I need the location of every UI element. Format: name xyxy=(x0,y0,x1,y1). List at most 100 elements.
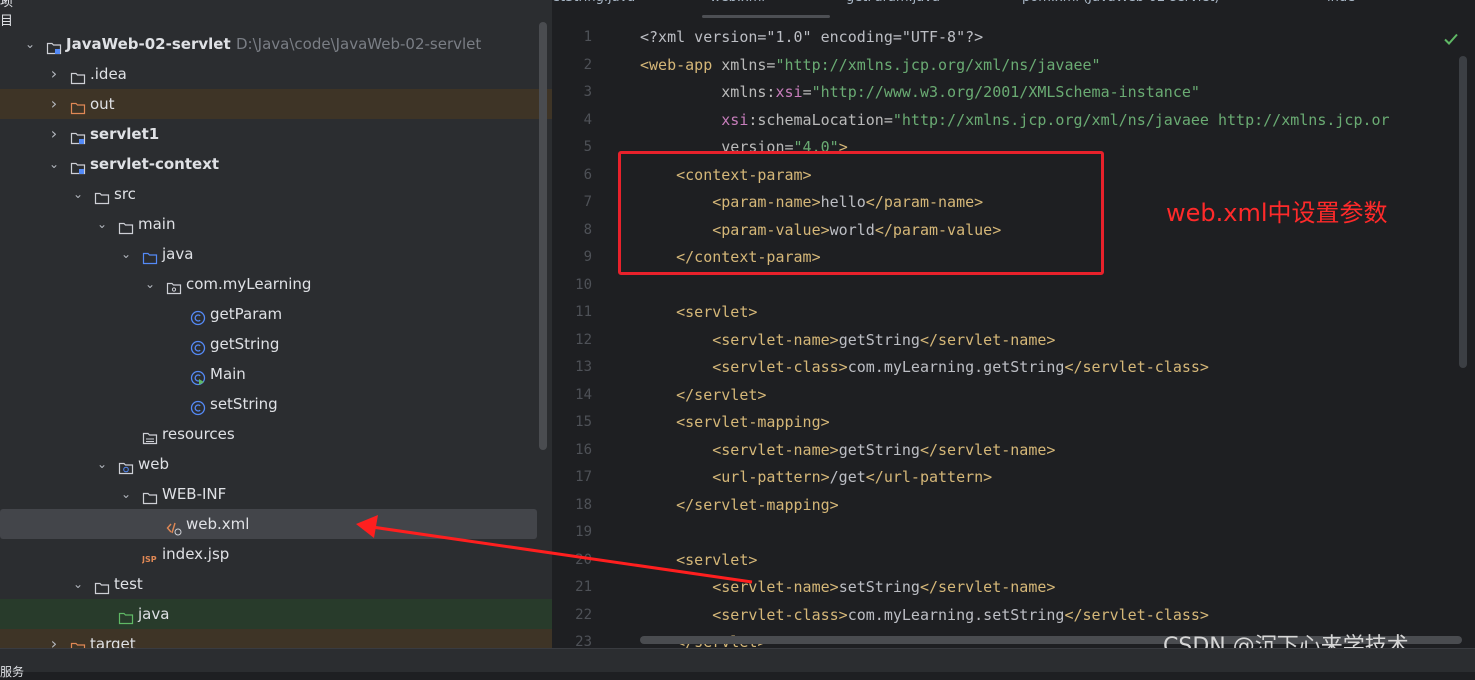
line-number: 3 xyxy=(583,84,592,100)
tree-item-com-mylearning[interactable]: ⌄ com.myLearning xyxy=(0,269,552,299)
tree-item-out[interactable]: › out xyxy=(0,89,552,119)
tree-item-label: servlet1 xyxy=(90,125,160,143)
tree-item-web-inf[interactable]: ⌄ WEB-INF xyxy=(0,479,552,509)
tree-item-label: test xyxy=(114,575,143,593)
line-number: 23 xyxy=(575,634,592,648)
code-line[interactable]: xmlns:xsi="http://www.w3.org/2001/XMLSch… xyxy=(640,82,1200,102)
code-line[interactable]: <servlet-class>com.myLearning.setString<… xyxy=(640,605,1209,625)
chevron-right-icon[interactable]: › xyxy=(48,629,60,648)
editor-vertical-scrollbar[interactable] xyxy=(1459,56,1467,368)
excluded-folder-icon xyxy=(70,636,86,648)
code-line[interactable]: </servlet> xyxy=(640,385,766,405)
tree-item-java[interactable]: ⌄ java xyxy=(0,239,552,269)
code-line[interactable]: <servlet-name>setString</servlet-name> xyxy=(640,577,1055,597)
tree-item-getparam[interactable]: getParam xyxy=(0,299,552,329)
code-line[interactable]: <web-app xmlns="http://xmlns.jcp.org/xml… xyxy=(640,55,1101,75)
chevron-down-icon[interactable]: ⌄ xyxy=(144,269,156,299)
editor-tab[interactable]: pom.xml (JavaWeb-02-servlet) xyxy=(1022,0,1220,5)
chevron-down-icon[interactable]: ⌄ xyxy=(120,479,132,509)
code-line[interactable]: </servlet-mapping> xyxy=(640,495,839,515)
tree-item-web-xml[interactable]: web.xml xyxy=(0,509,537,539)
chevron-down-icon[interactable]: ⌄ xyxy=(24,29,36,59)
code-token-attr: xmlns= xyxy=(721,55,776,74)
tree-item-label: target xyxy=(90,635,136,648)
tree-item-label: WEB-INF xyxy=(162,485,227,503)
tree-item-servlet1[interactable]: › servlet1 xyxy=(0,119,552,149)
tree-item-setstring[interactable]: setString xyxy=(0,389,552,419)
java-class-icon xyxy=(190,306,206,326)
tree-item-label: main xyxy=(138,215,176,233)
line-number: 5 xyxy=(583,139,592,155)
tree-item-javaweb-02-servlet[interactable]: ⌄ JavaWeb-02-servlet D:\Java\code\JavaWeb-… xyxy=(0,29,552,59)
bottom-tool-bar: 服务 xyxy=(0,648,1475,679)
editor-tab[interactable]: web.xml xyxy=(710,0,765,5)
editor-tab[interactable]: getParam.java xyxy=(846,0,940,5)
line-number: 15 xyxy=(575,414,592,430)
tree-item-label: java xyxy=(138,605,170,623)
editor-tab[interactable]: inde xyxy=(1327,0,1355,5)
chevron-down-icon[interactable]: ⌄ xyxy=(48,149,60,179)
java-main-class-icon xyxy=(190,366,206,386)
code-token-tag: <servlet-name> xyxy=(712,330,839,349)
tree-item-index-jsp[interactable]: JSP index.jsp xyxy=(0,539,552,569)
services-tab-label[interactable]: 服务 xyxy=(0,663,24,680)
code-token-tag: <servlet-name> xyxy=(712,440,839,459)
code-line[interactable]: <servlet> xyxy=(640,550,757,570)
line-number: 9 xyxy=(583,249,592,265)
tree-item-main[interactable]: ⌄ main xyxy=(0,209,552,239)
code-line[interactable]: <servlet-name>getString</servlet-name> xyxy=(640,440,1055,460)
module-folder-icon xyxy=(70,126,86,145)
java-class-icon xyxy=(190,396,206,416)
code-token-ns: xsi xyxy=(775,83,803,101)
code-token-tag: <url-pattern> xyxy=(712,468,830,486)
code-token-attr: xmlns: xyxy=(721,83,776,101)
chevron-down-icon[interactable]: ⌄ xyxy=(120,239,132,269)
tree-item-resources[interactable]: resources xyxy=(0,419,552,449)
project-panel-header[interactable]: 项目 ⌄ xyxy=(0,0,552,29)
chevron-right-icon[interactable]: › xyxy=(48,89,60,119)
editor-tab-bar: etString.javaweb.xmlgetParam.javapom.xml… xyxy=(552,0,1475,12)
tree-item-servlet-context[interactable]: ⌄ servlet-context xyxy=(0,149,552,179)
code-token-tag: <servlet> xyxy=(676,303,758,321)
tree-item--idea[interactable]: › .idea xyxy=(0,59,552,89)
folder-icon xyxy=(94,576,110,595)
code-token-txt: /get xyxy=(829,468,866,486)
code-line[interactable]: <servlet-name>getString</servlet-name> xyxy=(640,330,1055,350)
folder-icon xyxy=(94,186,110,205)
project-tree-scrollbar[interactable] xyxy=(539,22,547,450)
chevron-down-icon[interactable]: ⌄ xyxy=(96,449,108,479)
line-number: 12 xyxy=(575,331,592,348)
tree-item-test[interactable]: ⌄ test xyxy=(0,569,552,599)
code-line[interactable]: xsi:schemaLocation="http://xmlns.jcp.org… xyxy=(640,110,1389,130)
chevron-down-icon[interactable]: ⌄ xyxy=(72,179,84,209)
tree-item-target[interactable]: › target xyxy=(0,629,552,648)
chevron-down-icon[interactable]: ⌄ xyxy=(96,209,108,239)
code-token-tag: </servlet-name> xyxy=(919,330,1056,349)
tree-item-label: getString xyxy=(210,335,280,353)
code-line[interactable]: <?xml version="1.0" encoding="UTF-8"?> xyxy=(640,27,983,47)
check-icon[interactable] xyxy=(1442,30,1460,48)
code-line[interactable]: <servlet> xyxy=(640,302,757,322)
code-token-tag: <servlet-mapping> xyxy=(676,413,830,431)
chevron-right-icon[interactable]: › xyxy=(48,59,60,89)
project-panel-title[interactable]: 项目 ⌄ xyxy=(0,0,13,29)
tree-item-label: servlet-context xyxy=(90,155,220,173)
source-folder-icon xyxy=(142,246,158,265)
chevron-right-icon[interactable]: › xyxy=(48,119,60,149)
tree-item-java[interactable]: java xyxy=(0,599,552,629)
code-line[interactable]: <url-pattern>/get</url-pattern> xyxy=(640,467,992,487)
tree-item-main[interactable]: Main xyxy=(0,359,552,389)
code-line[interactable]: <servlet-class>com.myLearning.getString<… xyxy=(640,357,1209,377)
code-line[interactable]: <servlet-mapping> xyxy=(640,412,830,432)
chevron-down-icon[interactable]: ⌄ xyxy=(72,569,84,599)
line-number: 16 xyxy=(575,441,592,458)
tree-item-src[interactable]: ⌄ src xyxy=(0,179,552,209)
code-token-tag: </servlet-name> xyxy=(919,578,1056,596)
tree-item-getstring[interactable]: getString xyxy=(0,329,552,359)
tree-item-web[interactable]: ⌄ web xyxy=(0,449,552,479)
